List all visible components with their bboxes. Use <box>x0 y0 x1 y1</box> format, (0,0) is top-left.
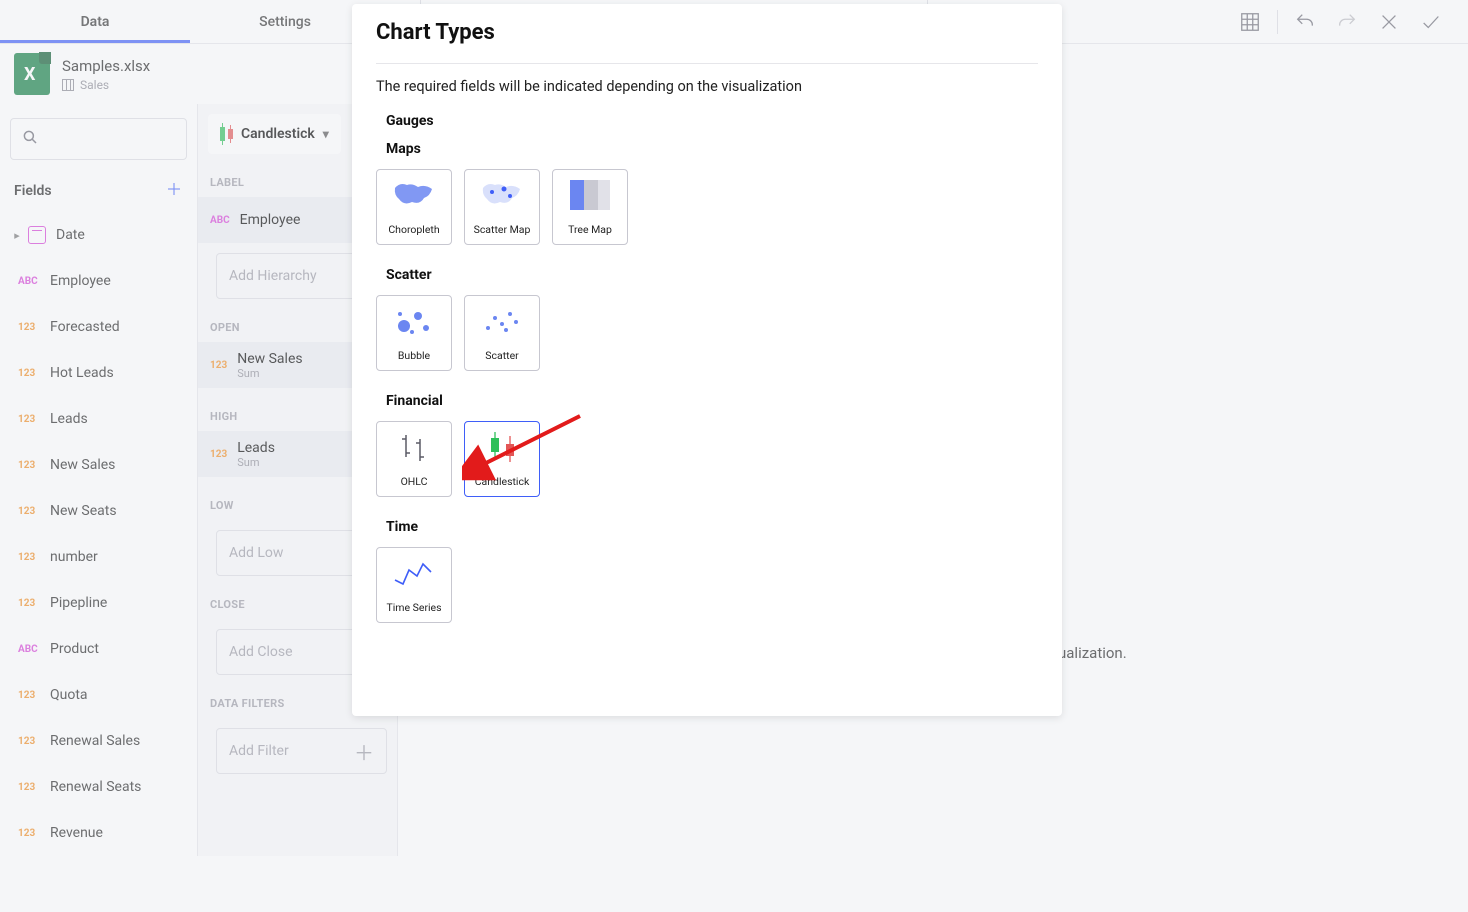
option-label: Time Series <box>386 601 441 614</box>
bubble-icon <box>392 304 436 338</box>
scatter-map-icon <box>480 180 524 210</box>
category-maps: Maps <box>386 141 1038 157</box>
chart-types-modal: Chart Types The required fields will be … <box>352 4 1062 716</box>
option-scatter-map[interactable]: Scatter Map <box>464 169 540 245</box>
option-label: Choropleth <box>388 223 439 236</box>
modal-title: Chart Types <box>376 20 1038 45</box>
option-time-series[interactable]: Time Series <box>376 547 452 623</box>
category-gauges: Gauges <box>386 113 1038 129</box>
choropleth-icon <box>392 180 436 210</box>
modal-description: The required fields will be indicated de… <box>376 78 1038 95</box>
ohlc-icon <box>392 429 436 465</box>
option-label: Candlestick <box>475 475 530 488</box>
option-ohlc[interactable]: OHLC <box>376 421 452 497</box>
time-series-icon <box>391 556 437 590</box>
category-time: Time <box>386 519 1038 535</box>
option-label: Bubble <box>398 349 430 362</box>
treemap-icon <box>570 180 610 210</box>
category-financial: Financial <box>386 393 1038 409</box>
option-label: Tree Map <box>568 223 612 236</box>
candlestick-icon <box>480 428 524 466</box>
option-tree-map[interactable]: Tree Map <box>552 169 628 245</box>
option-candlestick[interactable]: Candlestick <box>464 421 540 497</box>
option-bubble[interactable]: Bubble <box>376 295 452 371</box>
option-scatter[interactable]: Scatter <box>464 295 540 371</box>
option-label: Scatter Map <box>474 223 531 236</box>
option-label: Scatter <box>485 349 518 362</box>
category-scatter: Scatter <box>386 267 1038 283</box>
divider <box>376 63 1038 64</box>
option-choropleth[interactable]: Choropleth <box>376 169 452 245</box>
scatter-icon <box>480 304 524 338</box>
option-label: OHLC <box>401 475 428 488</box>
